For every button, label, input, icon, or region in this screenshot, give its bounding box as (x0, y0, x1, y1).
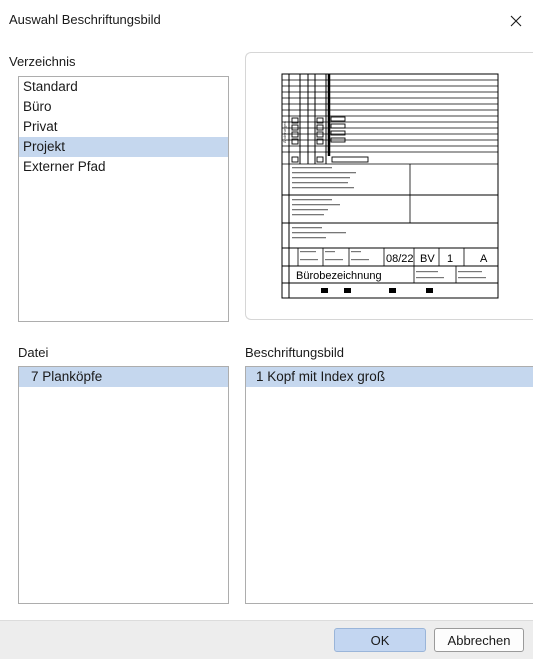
preview-code-bv: BV (420, 253, 435, 265)
list-item-projekt[interactable]: Projekt (19, 137, 228, 157)
preview-buerobezeichnung: Bürobezeichnung (296, 270, 382, 282)
ok-button[interactable]: OK (334, 628, 426, 652)
beschriftungsbild-label: Beschriftungsbild (245, 345, 344, 360)
title-block-drawing: Änderungen 08/22 BV 1 A Bürobezeichnung (281, 73, 499, 299)
list-item-privat[interactable]: Privat (19, 117, 228, 137)
datei-label: Datei (18, 345, 49, 360)
cancel-button[interactable]: Abbrechen (434, 628, 524, 652)
title-block-preview: Änderungen 08/22 BV 1 A Bürobezeichnung (245, 52, 533, 320)
datei-list[interactable]: 7 Planköpfe (18, 366, 229, 604)
preview-index: A (480, 253, 488, 265)
close-button[interactable] (499, 4, 533, 38)
preview-date-code: 08/22 (386, 253, 414, 265)
beschriftungsbild-list[interactable]: 1 Kopf mit Index groß (245, 366, 533, 604)
verzeichnis-list[interactable]: Standard Büro Privat Projekt Externer Pf… (18, 76, 229, 322)
list-item-plankoepfe[interactable]: 7 Planköpfe (19, 367, 228, 387)
list-item-standard[interactable]: Standard (19, 77, 228, 97)
list-item-externer-pfad[interactable]: Externer Pfad (19, 157, 228, 177)
list-item-kopf-mit-index[interactable]: 1 Kopf mit Index groß (246, 367, 533, 387)
preview-number: 1 (447, 253, 453, 265)
verzeichnis-label: Verzeichnis (9, 54, 76, 69)
dialog-title: Auswahl Beschriftungsbild (9, 12, 161, 27)
title-bar: Auswahl Beschriftungsbild (0, 0, 533, 40)
list-item-buero[interactable]: Büro (19, 97, 228, 117)
close-icon (510, 15, 522, 27)
svg-text:Änderungen: Änderungen (282, 121, 287, 143)
